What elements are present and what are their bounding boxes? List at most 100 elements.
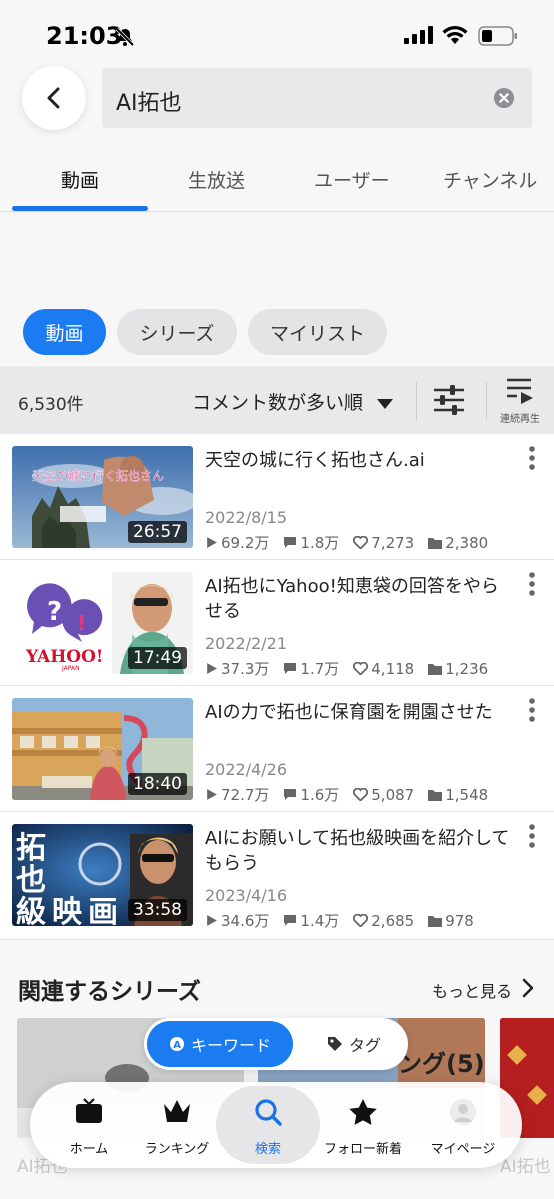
search-mode-toggle: A キーワード タグ [144,1018,408,1070]
chip-mylist[interactable]: マイリスト [248,309,387,355]
comment-icon [284,663,297,674]
result-tabs: 動画 生放送 ユーザー チャンネル [0,146,554,212]
more-options-icon[interactable] [528,446,536,474]
like-count: 5,087 [371,785,415,804]
series-card-overlay-text: ング(5) [398,1050,485,1078]
comment-count: 1.6万 [300,786,340,804]
folder-icon [428,663,443,675]
play-count-icon [207,537,217,548]
nav-following[interactable]: フォロー新着 [314,1082,412,1168]
video-item[interactable]: 拓 也 級 映 画 33:58 AIにお願いして拓也級映画を紹介してもらう 20… [0,812,554,940]
folder-icon [428,789,443,801]
heart-icon [353,536,369,549]
nav-home[interactable]: ホーム [40,1082,138,1168]
svg-text:?: ? [47,597,62,627]
nav-home-label: ホーム [69,1142,109,1157]
sort-bar: 6,530件 コメント数が多い順 連続再生 [0,366,554,434]
back-button[interactable] [22,66,86,130]
video-item[interactable]: 18:40 AIの力で拓也に保育園を開園させた 2022/4/26 72.7万 … [0,686,554,812]
comment-count: 1.4万 [300,912,340,930]
folder-icon [428,537,443,549]
comment-count: 1.7万 [300,660,340,678]
video-title[interactable]: 天空の城に行く拓也さん.ai [205,448,515,473]
nav-mypage-label: マイページ [430,1142,496,1157]
tab-live[interactable]: 生放送 [188,166,245,193]
continuous-play-button[interactable]: 連続再生 [496,376,544,425]
bell-muted-icon [114,26,136,52]
video-duration: 26:57 [128,521,187,543]
playlist-play-icon [507,378,533,404]
thumbnail-char: 映 [52,895,82,926]
tab-channels[interactable]: チャンネル [443,166,537,193]
nav-following-label: フォロー新着 [323,1142,402,1157]
more-options-icon[interactable] [528,698,536,726]
video-thumbnail[interactable]: 天空の城に行く拓也さん 26:57 [12,446,193,548]
like-count: 4,118 [371,659,415,678]
svg-text:A: A [173,1040,181,1051]
nav-mypage[interactable]: マイページ [414,1082,512,1168]
tv-icon [40,1098,138,1124]
play-count-icon [207,663,217,674]
video-stats: 72.7万 1.6万 5,087 1,548 [205,784,502,805]
clear-search-icon[interactable] [494,88,514,112]
video-thumbnail[interactable]: ? ! YAHOO! JAPAN 17:49 [12,572,193,674]
thumbnail-overlay-text: 天空の城に行く拓也さん [32,469,164,483]
heart-icon [353,914,369,927]
video-title[interactable]: AIにお願いして拓也級映画を紹介してもらう [205,826,515,876]
related-series-title: 関連するシリーズ [18,979,201,1005]
nav-ranking-label: ランキング [144,1142,210,1157]
comment-icon [284,789,297,800]
caret-down-icon[interactable] [376,395,394,414]
like-count: 7,273 [371,533,415,552]
view-count: 69.2万 [221,534,270,552]
video-duration: 17:49 [128,647,187,669]
play-count-icon [207,789,217,800]
thumbnail-char: 拓 [16,831,46,866]
mylist-count: 1,548 [445,785,489,804]
yahoo-logo: YAHOO! [25,647,103,667]
mylist-count: 2,380 [445,533,489,552]
view-count: 34.6万 [221,912,270,930]
video-duration: 33:58 [128,899,187,921]
more-options-icon[interactable] [528,572,536,600]
video-item[interactable]: ? ! YAHOO! JAPAN 17:49 AI拓也にYahoo!知恵袋の回答… [0,560,554,686]
tag-mode-button[interactable]: タグ [304,1021,404,1067]
video-title[interactable]: AIの力で拓也に保育園を開園させた [205,700,515,725]
video-date: 2023/4/16 [205,886,288,905]
search-input[interactable]: AI拓也 [102,68,532,128]
nav-ranking[interactable]: ランキング [128,1082,226,1168]
see-more-link[interactable]: もっと見る [432,978,512,1002]
avatar-icon [414,1098,512,1126]
chevron-right-icon[interactable] [522,978,534,1002]
video-list: 天空の城に行く拓也さん 26:57 天空の城に行く拓也さん.ai 2022/8/… [0,434,554,940]
filter-settings-icon[interactable] [432,384,466,420]
video-thumbnail[interactable]: 18:40 [12,698,193,800]
like-count: 2,685 [371,911,415,930]
thumbnail-char: 也 [16,863,46,898]
video-item[interactable]: 天空の城に行く拓也さん 26:57 天空の城に行く拓也さん.ai 2022/8/… [0,434,554,560]
chevron-left-icon [47,87,60,109]
video-date: 2022/8/15 [205,508,288,527]
bottom-navigation: ホーム ランキング 検索 フォロー新着 マイページ [30,1082,522,1168]
active-tab-indicator [12,206,148,211]
keyword-mode-button[interactable]: A キーワード [147,1021,293,1067]
heart-icon [353,662,369,675]
tab-users[interactable]: ユーザー [314,166,390,193]
mylist-count: 1,236 [445,659,489,678]
nav-search[interactable]: 検索 [216,1082,320,1168]
folder-icon [428,915,443,927]
svg-text:!: ! [77,611,86,635]
tab-video[interactable]: 動画 [61,166,99,193]
search-query: AI拓也 [116,91,182,116]
video-thumbnail[interactable]: 拓 也 級 映 画 33:58 [12,824,193,926]
chip-video[interactable]: 動画 [23,309,106,355]
keyword-mode-label: キーワード [190,1036,271,1055]
video-date: 2022/2/21 [205,634,288,653]
wifi-icon [442,25,468,49]
result-count: 6,530件 [18,395,84,415]
video-title[interactable]: AI拓也にYahoo!知恵袋の回答をやらせる [205,574,515,624]
chip-series[interactable]: シリーズ [117,309,237,355]
sort-dropdown[interactable]: コメント数が多い順 [192,388,363,415]
more-options-icon[interactable] [528,824,536,852]
thumbnail-char: 級 [16,895,46,926]
